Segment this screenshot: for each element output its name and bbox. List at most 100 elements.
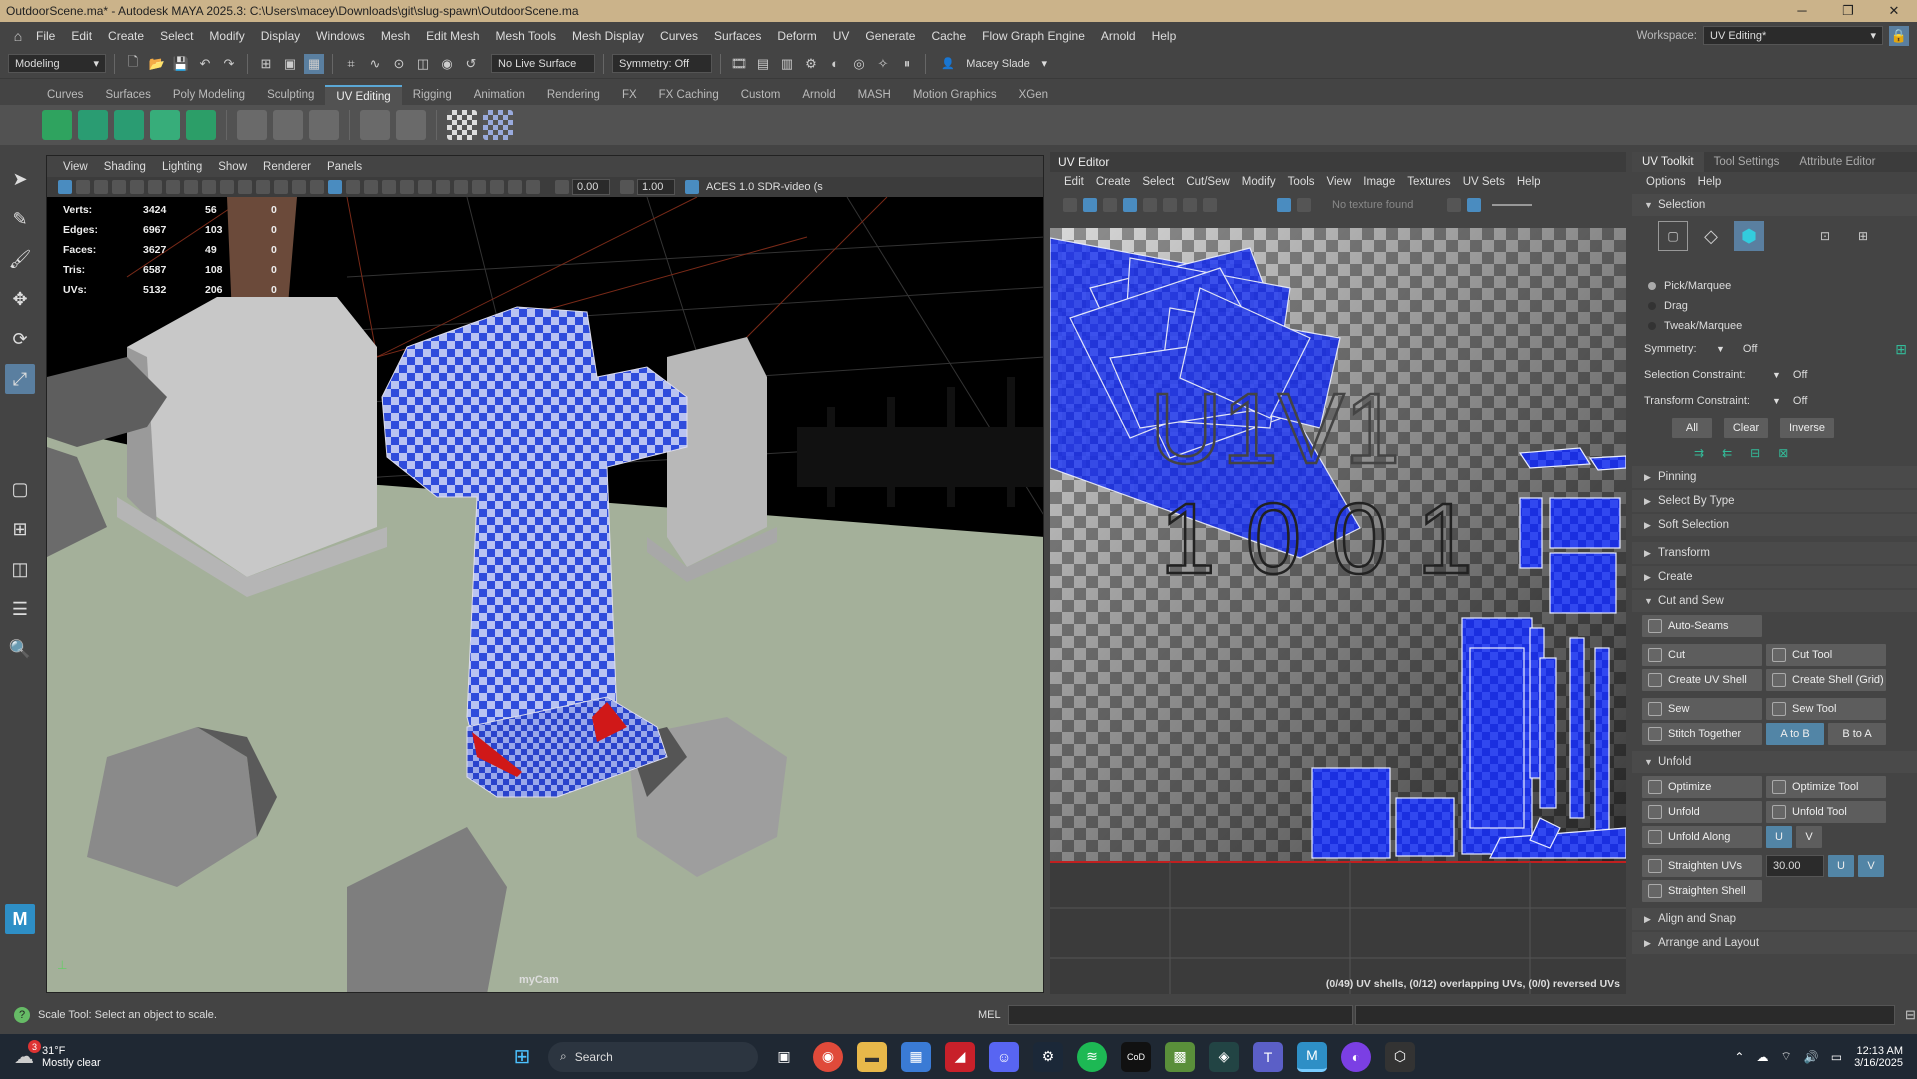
- section-create[interactable]: ▶ Create: [1632, 566, 1917, 588]
- select-shell-icon[interactable]: ⊠: [1778, 446, 1788, 460]
- anti-aliasing-icon[interactable]: [436, 180, 450, 194]
- section-unfold[interactable]: ▼ Unfold: [1632, 751, 1917, 773]
- unfold-along-u-button[interactable]: U: [1766, 826, 1792, 848]
- menu-file[interactable]: File: [28, 29, 63, 43]
- section-select-by-type[interactable]: ▶ Select By Type: [1632, 490, 1917, 512]
- section-arrange-and-layout[interactable]: ▶ Arrange and Layout: [1632, 932, 1917, 954]
- menu-deform[interactable]: Deform: [769, 29, 824, 43]
- onedrive-icon[interactable]: ☁: [1756, 1050, 1768, 1064]
- snap-grid-icon[interactable]: ⌗: [341, 54, 361, 74]
- minimize-button[interactable]: ─: [1779, 3, 1825, 19]
- uv-checker-icon[interactable]: [1123, 198, 1137, 212]
- menu-curves[interactable]: Curves: [652, 29, 706, 43]
- cylindrical-projection-icon[interactable]: [78, 110, 108, 140]
- render-sequence-icon[interactable]: ▤: [753, 54, 773, 74]
- file-explorer-icon[interactable]: ▬: [857, 1041, 887, 1072]
- colorspace-label[interactable]: ACES 1.0 SDR-video (s: [706, 181, 823, 193]
- cut-button[interactable]: Cut: [1642, 644, 1762, 666]
- face-mode-icon[interactable]: ⬢: [1734, 221, 1764, 251]
- gate-mask-icon[interactable]: [220, 180, 234, 194]
- straighten-shell-button[interactable]: Straighten Shell: [1642, 880, 1762, 902]
- tab-uv-toolkit[interactable]: UV Toolkit: [1632, 152, 1704, 172]
- uv-distortion-icon[interactable]: [1103, 198, 1117, 212]
- close-button[interactable]: ✕: [1871, 3, 1917, 19]
- menu-flow-graph-engine[interactable]: Flow Graph Engine: [974, 29, 1093, 43]
- search-icon[interactable]: 🔍: [5, 634, 35, 664]
- select-component-icon[interactable]: ▦: [304, 53, 324, 74]
- section-cut-and-sew[interactable]: ▼ Cut and Sew: [1632, 590, 1917, 612]
- mel-label[interactable]: MEL: [978, 1009, 1008, 1021]
- dim-image-icon[interactable]: [1297, 198, 1311, 212]
- safe-action-icon[interactable]: [256, 180, 270, 194]
- menu-uv[interactable]: UV: [825, 29, 858, 43]
- snap-point-icon[interactable]: ⊙: [389, 54, 409, 74]
- exposure-field[interactable]: 0.00: [572, 179, 610, 195]
- use-all-lights-icon[interactable]: [364, 180, 378, 194]
- workspace-dropdown[interactable]: UV Editing* ▾: [1703, 26, 1883, 45]
- xray-active-icon[interactable]: [526, 180, 540, 194]
- single-perspective-layout-icon[interactable]: ▢: [5, 474, 35, 504]
- open-scene-icon[interactable]: 📂: [147, 54, 167, 74]
- shadows-icon[interactable]: [382, 180, 396, 194]
- exposure-slider[interactable]: [1492, 204, 1532, 206]
- a-to-b-button[interactable]: A to B: [1766, 723, 1824, 745]
- selection-constraint-value[interactable]: Off: [1793, 369, 1807, 381]
- section-pinning[interactable]: ▶ Pinning: [1632, 466, 1917, 488]
- vp-menu-show[interactable]: Show: [210, 161, 255, 173]
- shelf-tab-motion-graphics[interactable]: Motion Graphics: [902, 85, 1008, 105]
- four-view-layout-icon[interactable]: ⊞: [5, 514, 35, 544]
- script-editor-icon[interactable]: ⊟: [1905, 1007, 1916, 1023]
- uv-grid-icon[interactable]: [1063, 198, 1077, 212]
- shelf-tab-xgen[interactable]: XGen: [1008, 85, 1059, 105]
- battery-icon[interactable]: ▭: [1831, 1050, 1842, 1064]
- menu-edit-mesh[interactable]: Edit Mesh: [418, 29, 487, 43]
- shelf-tab-animation[interactable]: Animation: [463, 85, 536, 105]
- radio-tweak-marquee[interactable]: Tweak/Marquee: [1632, 316, 1917, 336]
- mel-output[interactable]: [1355, 1005, 1895, 1025]
- shelf-tab-uv-editing[interactable]: UV Editing: [325, 85, 402, 105]
- sew-tool-button[interactable]: Sew Tool: [1766, 698, 1886, 720]
- smooth-shade-icon[interactable]: [310, 180, 324, 194]
- exposure-toggle-icon[interactable]: [1467, 198, 1481, 212]
- menu-modify[interactable]: Modify: [201, 29, 252, 43]
- cut-uv-icon[interactable]: [237, 110, 267, 140]
- optimize-button[interactable]: Optimize: [1642, 776, 1762, 798]
- stitch-together-button[interactable]: Stitch Together: [1642, 723, 1762, 745]
- uv-menu-textures[interactable]: Textures: [1401, 176, 1456, 188]
- clear-selection-button[interactable]: Clear: [1724, 418, 1768, 438]
- motion-blur-icon[interactable]: [418, 180, 432, 194]
- uv-menu-tools[interactable]: Tools: [1282, 176, 1321, 188]
- camera-projection-icon[interactable]: [186, 110, 216, 140]
- uv-distortion-icon[interactable]: [483, 110, 513, 140]
- sew-uv-icon[interactable]: [273, 110, 303, 140]
- straighten-v-button[interactable]: V: [1858, 855, 1884, 877]
- wireframe-icon[interactable]: [292, 180, 306, 194]
- light-editor-icon[interactable]: ✧: [873, 54, 893, 74]
- new-scene-icon[interactable]: 🗋: [123, 54, 143, 74]
- home-icon[interactable]: ⌂: [8, 26, 28, 46]
- tab-tool-settings[interactable]: Tool Settings: [1704, 152, 1790, 172]
- section-selection[interactable]: ▼ Selection: [1632, 194, 1917, 216]
- uv-snapshot-icon[interactable]: [1203, 198, 1217, 212]
- clock[interactable]: 12:13 AM 3/16/2025: [1854, 1045, 1903, 1069]
- ambient-occlusion-icon[interactable]: [400, 180, 414, 194]
- uv-menu-help[interactable]: Help: [1511, 176, 1547, 188]
- unity-icon[interactable]: ⬡: [1385, 1041, 1415, 1072]
- image-plane-icon[interactable]: [112, 180, 126, 194]
- vp-menu-renderer[interactable]: Renderer: [255, 161, 319, 173]
- gamma-field[interactable]: 1.00: [637, 179, 675, 195]
- straighten-angle-field[interactable]: 30.00: [1766, 855, 1824, 877]
- create-shell-grid-button[interactable]: Create Shell (Grid): [1766, 669, 1886, 691]
- inverse-selection-button[interactable]: Inverse: [1780, 418, 1834, 438]
- camera-select-icon[interactable]: [58, 180, 72, 194]
- user-dropdown[interactable]: 👤 Macey Slade ▾: [934, 54, 1054, 73]
- uv-border-icon[interactable]: [1143, 198, 1157, 212]
- symmetry-value[interactable]: Off: [1743, 343, 1757, 355]
- uv-menu-create[interactable]: Create: [1090, 176, 1137, 188]
- lock-icon[interactable]: 🔒: [1889, 25, 1909, 46]
- uv-shaded-icon[interactable]: [1083, 198, 1097, 212]
- radio-pick-marquee[interactable]: Pick/Marquee: [1632, 276, 1917, 296]
- uv-menu-select[interactable]: Select: [1136, 176, 1180, 188]
- windows-start-icon[interactable]: ⊞: [507, 1042, 537, 1072]
- vp-menu-lighting[interactable]: Lighting: [154, 161, 210, 173]
